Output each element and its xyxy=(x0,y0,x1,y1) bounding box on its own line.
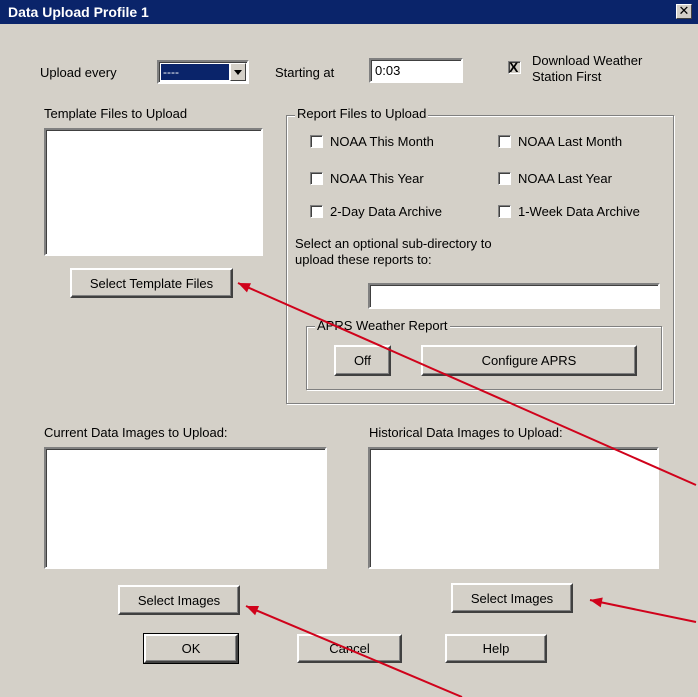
starting-at-label: Starting at xyxy=(275,65,335,80)
title-bar: Data Upload Profile 1 ✕ xyxy=(0,0,698,24)
arrow-to-historical-images-button-head xyxy=(590,597,603,608)
arrow-to-historical-images-button xyxy=(589,599,697,623)
select-template-files-button[interactable]: Select Template Files xyxy=(70,268,233,298)
noaa-last-month-checkbox[interactable] xyxy=(498,135,511,148)
template-files-list[interactable] xyxy=(44,128,263,256)
download-first-checkbox[interactable]: X xyxy=(508,59,521,75)
noaa-this-month-label: NOAA This Month xyxy=(330,134,434,149)
arrow-to-current-images-button-head xyxy=(246,606,259,616)
noaa-last-month-label: NOAA Last Month xyxy=(518,134,623,149)
historical-images-list[interactable] xyxy=(368,447,659,569)
arrow-to-template-button-head xyxy=(238,283,251,293)
starting-at-value: 0:03 xyxy=(375,63,401,78)
starting-at-input[interactable]: 0:03 xyxy=(369,58,463,83)
noaa-this-year-checkbox[interactable] xyxy=(310,172,323,185)
two-day-archive-label: 2-Day Data Archive xyxy=(330,204,442,219)
upload-every-label: Upload every xyxy=(40,65,117,80)
select-current-images-button[interactable]: Select Images xyxy=(118,585,240,615)
configure-aprs-button[interactable]: Configure APRS xyxy=(421,345,637,376)
upload-every-select[interactable]: ---- xyxy=(157,60,249,84)
template-files-label: Template Files to Upload xyxy=(44,106,188,121)
download-first-label-line1: Download Weather xyxy=(532,53,643,68)
subdir-label-line2: upload these reports to: xyxy=(295,252,432,267)
noaa-last-year-checkbox[interactable] xyxy=(498,172,511,185)
subdir-input[interactable] xyxy=(368,283,660,309)
download-first-label-line2: Station First xyxy=(532,69,602,84)
report-files-group-label: Report Files to Upload xyxy=(295,106,429,121)
historical-images-label: Historical Data Images to Upload: xyxy=(369,425,563,440)
upload-every-value: ---- xyxy=(161,64,229,80)
subdir-label-line1: Select an optional sub-directory to xyxy=(295,236,492,251)
two-day-archive-checkbox[interactable] xyxy=(310,205,323,218)
current-images-list[interactable] xyxy=(44,447,327,569)
select-historical-images-button[interactable]: Select Images xyxy=(451,583,573,613)
checkbox-check-icon: X xyxy=(509,59,519,75)
one-week-archive-checkbox[interactable] xyxy=(498,205,511,218)
dropdown-arrow-icon[interactable] xyxy=(230,63,246,81)
current-images-label: Current Data Images to Upload: xyxy=(44,425,228,440)
one-week-archive-label: 1-Week Data Archive xyxy=(518,204,640,219)
cancel-button[interactable]: Cancel xyxy=(297,634,402,663)
noaa-this-year-label: NOAA This Year xyxy=(330,171,424,186)
aprs-group-label: APRS Weather Report xyxy=(315,318,450,333)
help-button[interactable]: Help xyxy=(445,634,547,663)
aprs-toggle-button[interactable]: Off xyxy=(334,345,391,376)
noaa-this-month-checkbox[interactable] xyxy=(310,135,323,148)
close-icon[interactable]: ✕ xyxy=(676,4,692,19)
noaa-last-year-label: NOAA Last Year xyxy=(518,171,612,186)
window-title: Data Upload Profile 1 xyxy=(8,4,149,20)
ok-button[interactable]: OK xyxy=(143,633,239,664)
